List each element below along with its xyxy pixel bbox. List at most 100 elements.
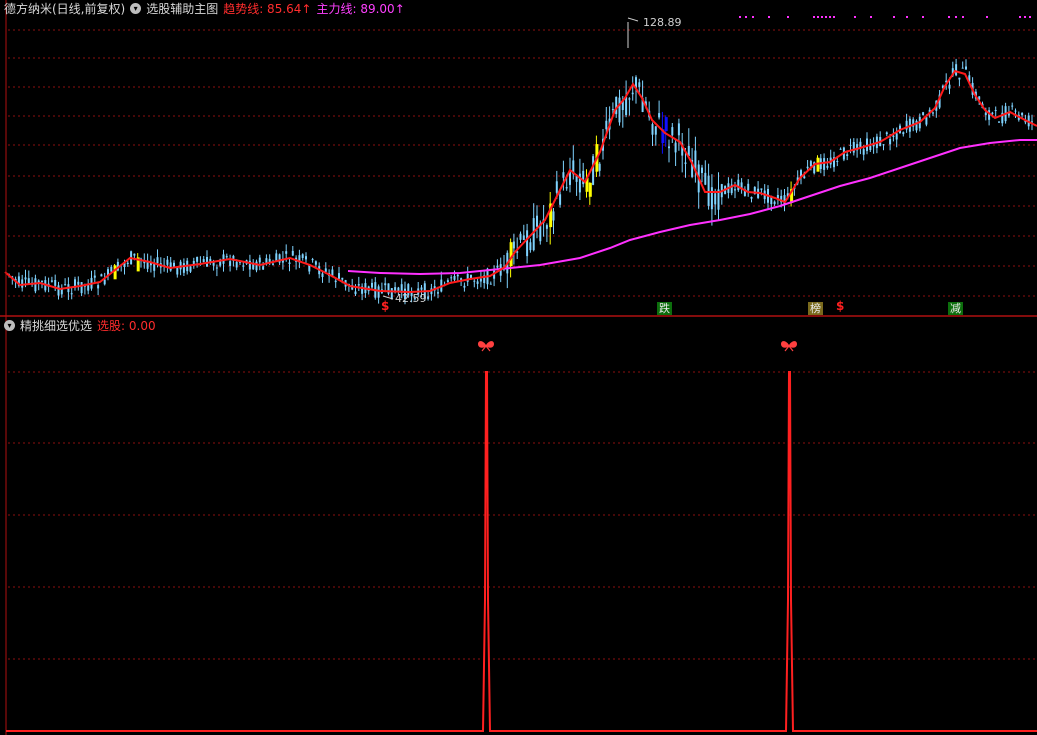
signal-dot (986, 16, 988, 18)
candle-body (466, 274, 469, 282)
candle-body (110, 266, 113, 272)
indicator-name[interactable]: 精挑细选优选 (20, 317, 92, 334)
candle-body (126, 262, 129, 264)
signal-dot (745, 16, 747, 18)
signal-dot (893, 16, 895, 18)
butterfly-icon (478, 341, 494, 352)
low-price-label: 42.59 (395, 292, 427, 305)
candle-body (215, 267, 218, 269)
signal-dot (870, 16, 872, 18)
candle-body (882, 144, 885, 146)
candle-body (674, 142, 677, 153)
signal-dot (768, 16, 770, 18)
candle-body (526, 230, 529, 257)
candle-body (809, 161, 812, 167)
candle-body (895, 133, 898, 140)
candle-body (852, 142, 855, 153)
candle-body (93, 275, 96, 278)
candle-body (555, 181, 558, 193)
candle-body (704, 172, 707, 185)
candle-body (489, 283, 492, 285)
grid-lines (8, 29, 1037, 660)
signal-dot (955, 16, 957, 18)
candle-body (80, 282, 83, 294)
candle-body (925, 117, 928, 125)
signal-dot (1019, 16, 1021, 18)
signal-dot (1029, 16, 1031, 18)
candle-body (50, 280, 53, 282)
candle-body (849, 144, 852, 146)
candle-body (21, 279, 24, 288)
candle-body (291, 250, 294, 256)
dropdown-icon[interactable]: ▾ (130, 2, 142, 14)
trend-line-value: 趋势线: 85.64↑ (223, 1, 312, 16)
signal-fall: 跌 (657, 302, 672, 315)
candle-body (334, 280, 337, 283)
signal-dot (829, 16, 831, 18)
candle-body (512, 241, 515, 249)
candle-body (806, 166, 809, 169)
candle-body (565, 187, 568, 189)
signal-dot (922, 16, 924, 18)
candle-body (41, 280, 43, 282)
candle-body (826, 165, 829, 168)
candle-body (998, 121, 1000, 123)
candle-body (305, 256, 307, 260)
candle-body (27, 278, 30, 284)
trend-line (4, 69, 1037, 294)
candle-body (545, 225, 548, 229)
candle-body (984, 112, 987, 116)
candle-body (456, 274, 459, 277)
candle-body (341, 277, 344, 280)
signal-dot (948, 16, 950, 18)
candle-body (862, 149, 865, 155)
candle-body (965, 66, 967, 70)
candle-body (473, 280, 476, 282)
candle-body (714, 193, 717, 205)
candle-body (437, 292, 439, 294)
indicator-name[interactable]: 选股辅助主图 (146, 0, 218, 17)
signal-dot (752, 16, 754, 18)
candle-body (932, 112, 934, 114)
signal-dot (813, 16, 815, 18)
signal-dollar: $ (836, 299, 845, 313)
signal-dot (906, 16, 908, 18)
signal-dollar: $ (381, 299, 390, 313)
dropdown-icon[interactable]: ▾ (4, 319, 15, 331)
signal-dot (1024, 16, 1026, 18)
candle-body (638, 82, 641, 87)
candle-body (559, 194, 562, 205)
candle-body (961, 67, 964, 69)
chart-canvas[interactable] (0, 0, 1037, 735)
candle-body (902, 132, 905, 135)
candle-body (823, 158, 826, 170)
candle-body (509, 242, 513, 267)
bottom-panel-header: ▾ 精挑细选优选 选股: 0.00 (4, 317, 156, 333)
candle-body (113, 265, 117, 280)
candle-body (166, 259, 169, 265)
candle-body (592, 156, 595, 185)
stock-title: 德方纳米(日线,前复权) (4, 1, 126, 16)
candle-body (288, 262, 291, 264)
candle-body (1014, 110, 1017, 112)
candle-body (958, 77, 961, 80)
candle-body (598, 163, 601, 171)
candle-body (846, 154, 849, 156)
candle-body (628, 98, 631, 100)
candle-body (994, 110, 997, 111)
candle-body (760, 188, 763, 190)
high-price-label: 128.89 (643, 16, 682, 29)
candle-body (196, 257, 199, 262)
candle-body (684, 162, 687, 164)
signal-rank: 榜 (808, 302, 823, 315)
candle-body (169, 262, 172, 271)
candle-body (955, 64, 958, 76)
candle-body (420, 287, 423, 290)
candle-body (357, 284, 360, 286)
candle-body (153, 263, 156, 271)
select-value: 选股: 0.00 (97, 318, 156, 333)
candle-body (225, 256, 228, 258)
candle-body (948, 84, 951, 89)
candle-body (301, 254, 304, 258)
candle-body (671, 127, 674, 136)
